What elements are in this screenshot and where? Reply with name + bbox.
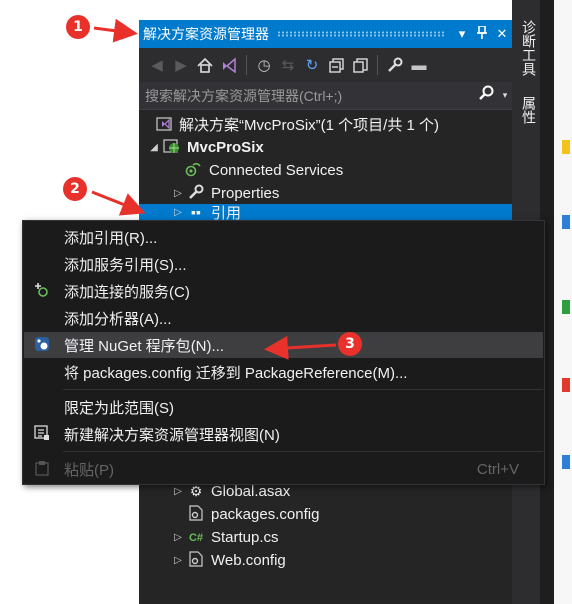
callout-badge-2: 2 xyxy=(63,177,87,201)
history-icon[interactable]: ◷ xyxy=(252,53,276,77)
titlebar-grip xyxy=(277,31,444,37)
expand-arrow-icon[interactable]: ▷ xyxy=(171,486,185,497)
back-icon[interactable]: ◀ xyxy=(145,53,169,77)
panel-toolbar: ◀ ▶ ◷ ⇆ ↻ ▬ xyxy=(139,48,512,82)
config-file-icon xyxy=(185,505,207,524)
menu-item-add-reference[interactable]: 添加引用(R)... xyxy=(24,224,543,250)
expand-arrow-icon[interactable]: ▷ xyxy=(171,207,185,218)
add-connected-service-icon xyxy=(24,282,60,301)
tree-node-web-config[interactable]: ▷ Web.config xyxy=(139,549,512,572)
gear-file-icon: ⚙ xyxy=(189,483,203,499)
web-project-icon xyxy=(161,138,183,157)
tree-node-label: Startup.cs xyxy=(211,529,279,546)
show-all-files-icon[interactable] xyxy=(348,53,372,77)
tree-node-project[interactable]: ◢ MvcProSix xyxy=(139,136,512,159)
menu-item-label: 管理 NuGet 程序包(N)... xyxy=(64,337,225,355)
tree-node-label: packages.config xyxy=(211,506,320,523)
menu-item-manage-nuget[interactable]: 管理 NuGet 程序包(N)... xyxy=(24,332,543,358)
tab-properties[interactable]: 属性 xyxy=(518,96,538,124)
tree-node-properties[interactable]: ▷ Properties xyxy=(139,182,512,205)
margin-marker xyxy=(562,140,570,154)
search-bar: ▾ xyxy=(139,82,512,110)
solution-icon xyxy=(153,115,175,134)
preview-icon[interactable]: ▬ xyxy=(407,53,431,77)
pin-icon[interactable] xyxy=(472,25,492,42)
menu-item-label: 限定为此范围(S) xyxy=(64,399,174,417)
connected-services-icon xyxy=(183,161,205,180)
menu-item-label: 粘贴(P) xyxy=(64,461,114,479)
tree-node-startup-cs[interactable]: ▷ C# Startup.cs xyxy=(139,526,512,549)
toolbar-separator xyxy=(246,55,247,75)
menu-item-scope-to-this[interactable]: 限定为此范围(S) xyxy=(24,394,543,420)
menu-item-paste[interactable]: 粘贴(P) Ctrl+V xyxy=(24,456,543,482)
menu-item-label: 添加服务引用(S)... xyxy=(64,256,187,274)
expand-arrow-icon[interactable]: ▷ xyxy=(171,555,185,566)
menu-item-add-analyzer[interactable]: 添加分析器(A)... xyxy=(24,305,543,331)
toolbar-separator xyxy=(377,55,378,75)
menu-item-label: 添加分析器(A)... xyxy=(64,310,172,328)
tree-node-label: MvcProSix xyxy=(187,139,264,156)
nuget-icon xyxy=(24,336,60,355)
tree-node-label: Web.config xyxy=(211,552,286,569)
tree-node-connected-services[interactable]: Connected Services xyxy=(139,159,512,182)
expand-arrow-icon[interactable]: ▷ xyxy=(171,188,185,199)
menu-item-add-connected-service[interactable]: 添加连接的服务(C) xyxy=(24,278,543,304)
collapse-arrow-icon[interactable]: ◢ xyxy=(147,142,161,153)
search-input[interactable] xyxy=(139,86,474,105)
tree-node-label: 解决方案“MvcProSix”(1 个项目/共 1 个) xyxy=(179,117,440,134)
tree-node-label: Properties xyxy=(211,185,280,202)
new-view-icon xyxy=(24,424,60,444)
config-file-icon xyxy=(185,551,207,570)
search-icon[interactable] xyxy=(474,85,498,106)
references-icon: ▪▪ xyxy=(191,204,201,220)
margin-marker xyxy=(562,215,570,229)
menu-item-add-service-reference[interactable]: 添加服务引用(S)... xyxy=(24,251,543,277)
tree-node-references[interactable]: ▷ ▪▪ 引用 xyxy=(139,204,512,220)
context-menu: 添加引用(R)... 添加服务引用(S)... 添加连接的服务(C) 添加分析器… xyxy=(22,220,545,485)
menu-item-label: 添加引用(R)... xyxy=(64,229,158,247)
menu-separator xyxy=(63,451,543,452)
tree-node-packages-config[interactable]: packages.config xyxy=(139,503,512,526)
panel-titlebar[interactable]: 解决方案资源管理器 ▾ ✕ xyxy=(139,20,512,48)
tree-node-label: Global.asax xyxy=(211,483,291,500)
vs-solution-icon[interactable] xyxy=(217,53,241,77)
margin-marker xyxy=(562,300,570,314)
callout-badge-3: 3 xyxy=(338,332,362,356)
menu-item-shortcut: Ctrl+V xyxy=(476,460,519,478)
menu-item-label: 将 packages.config 迁移到 PackageReference(M… xyxy=(64,364,408,382)
callout-badge-1: 1 xyxy=(66,15,90,39)
paste-icon xyxy=(24,460,60,479)
forward-icon[interactable]: ▶ xyxy=(169,53,193,77)
properties-wrench-icon[interactable] xyxy=(383,53,407,77)
menu-item-label: 添加连接的服务(C) xyxy=(64,283,190,301)
margin-marker xyxy=(562,455,570,469)
collapse-all-icon[interactable] xyxy=(324,53,348,77)
tree-node-label: Connected Services xyxy=(209,162,344,179)
menu-item-migrate-packages-config[interactable]: 将 packages.config 迁移到 PackageReference(M… xyxy=(24,359,543,385)
menu-separator xyxy=(63,389,543,390)
csharp-file-icon: C# xyxy=(188,531,204,544)
menu-item-label: 新建解决方案资源管理器视图(N) xyxy=(64,426,280,444)
home-icon[interactable] xyxy=(193,53,217,77)
expand-arrow-icon[interactable]: ▷ xyxy=(171,532,185,543)
panel-title: 解决方案资源管理器 xyxy=(143,26,269,42)
window-position-dropdown-icon[interactable]: ▾ xyxy=(452,26,472,42)
refresh-icon[interactable]: ↻ xyxy=(300,53,324,77)
menu-item-new-explorer-view[interactable]: 新建解决方案资源管理器视图(N) xyxy=(24,421,543,447)
tree-node-solution[interactable]: 解决方案“MvcProSix”(1 个项目/共 1 个) xyxy=(139,113,512,136)
tab-diagnostic-tools[interactable]: 诊断工具 xyxy=(518,20,538,76)
tree-node-label: 引用 xyxy=(211,204,242,221)
close-icon[interactable]: ✕ xyxy=(492,26,512,42)
margin-marker xyxy=(562,378,570,392)
wrench-icon xyxy=(185,184,207,203)
search-options-dropdown-icon[interactable]: ▾ xyxy=(498,90,512,101)
sync-icon[interactable]: ⇆ xyxy=(276,53,300,77)
